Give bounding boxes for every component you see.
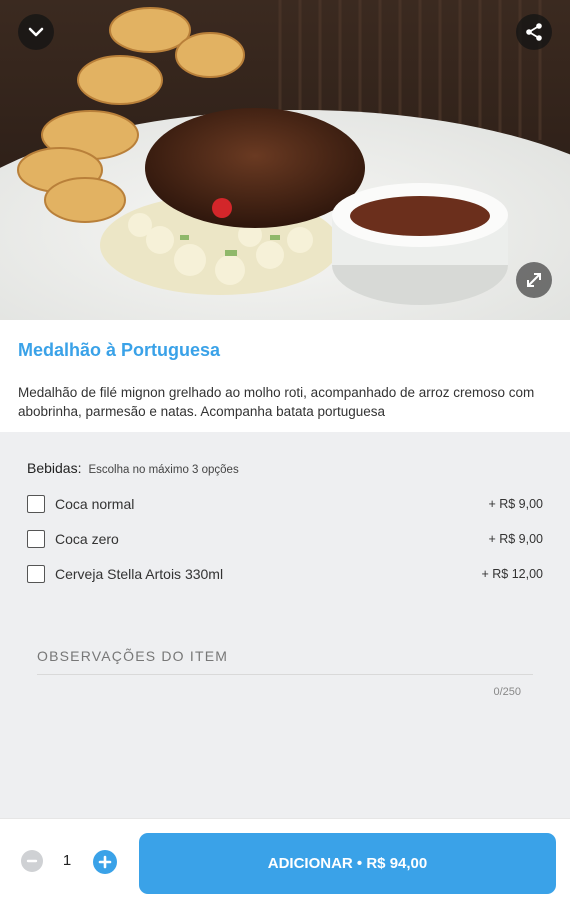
option-list: Coca normal + R$ 9,00 Coca zero + R$ 9,0… (27, 486, 543, 591)
option-label: Coca zero (55, 530, 119, 547)
option-label: Cerveja Stella Artois 330ml (55, 565, 224, 582)
option-group-header: Bebidas: Escolha no máximo 3 opções (27, 460, 543, 476)
option-group-title: Bebidas: (27, 460, 82, 476)
expand-icon (527, 273, 541, 287)
option-label: Coca normal (55, 495, 135, 512)
share-button[interactable] (516, 14, 552, 50)
quantity-value: 1 (62, 852, 72, 869)
item-info: Medalhão à Portuguesa Medalhão de filé m… (0, 320, 570, 432)
options-section: Bebidas: Escolha no máximo 3 opções Coca… (0, 432, 570, 818)
notes-char-counter: 0/250 (493, 686, 521, 698)
option-price: + R$ 9,00 (488, 496, 543, 511)
option-item[interactable]: Coca zero + R$ 9,00 (27, 521, 543, 556)
minus-icon (26, 859, 38, 863)
plus-icon (98, 855, 112, 869)
share-icon (526, 23, 542, 41)
add-to-cart-button[interactable]: ADICIONAR • R$ 94,00 (139, 833, 556, 894)
option-price: + R$ 9,00 (488, 531, 543, 546)
notes-input[interactable]: OBSERVAÇÕES DO ITEM (37, 648, 533, 675)
item-photo (0, 0, 570, 320)
item-description: Medalhão de filé mignon grelhado ao molh… (18, 385, 535, 419)
option-item[interactable]: Coca normal + R$ 9,00 (27, 486, 543, 521)
expand-image-button[interactable] (516, 262, 552, 298)
food-illustration (0, 0, 570, 320)
order-footer: 1 ADICIONAR • R$ 94,00 (0, 818, 570, 900)
notes-field[interactable]: OBSERVAÇÕES DO ITEM 0/250 (37, 648, 533, 698)
option-item[interactable]: Cerveja Stella Artois 330ml + R$ 12,00 (27, 556, 543, 591)
option-group-hint: Escolha no máximo 3 opções (88, 464, 239, 476)
option-checkbox[interactable] (27, 564, 45, 583)
increase-quantity-button[interactable] (93, 850, 117, 874)
decrease-quantity-button[interactable] (21, 850, 43, 872)
chevron-down-icon (28, 27, 44, 37)
option-checkbox[interactable] (27, 494, 45, 513)
collapse-button[interactable] (18, 14, 54, 50)
item-title: Medalhão à Portuguesa (18, 340, 221, 360)
option-price: + R$ 12,00 (481, 566, 543, 581)
option-checkbox[interactable] (27, 529, 45, 548)
